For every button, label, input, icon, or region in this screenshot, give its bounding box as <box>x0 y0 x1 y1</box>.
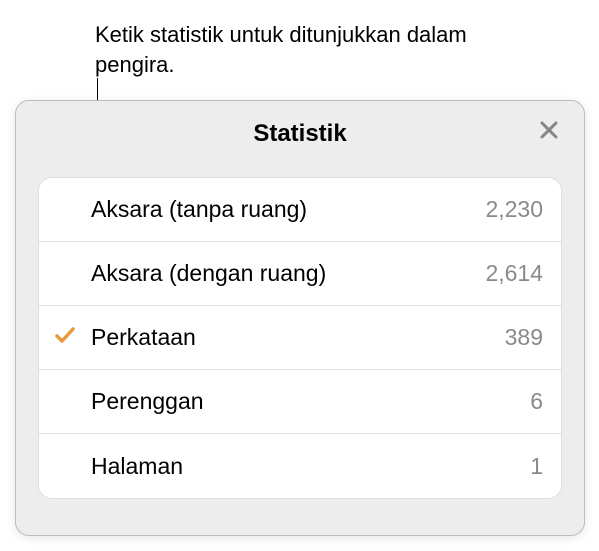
stat-value: 2,614 <box>485 260 543 287</box>
stats-list: Aksara (tanpa ruang) 2,230 Aksara (denga… <box>38 177 562 499</box>
stat-row-words[interactable]: Perkataan 389 <box>39 306 561 370</box>
stat-value: 389 <box>505 324 543 351</box>
stat-label: Aksara (dengan ruang) <box>91 260 485 287</box>
stat-value: 1 <box>530 453 543 480</box>
stat-row-paragraphs[interactable]: Perenggan 6 <box>39 370 561 434</box>
stat-label: Perenggan <box>91 388 530 415</box>
stat-row-chars-with-space[interactable]: Aksara (dengan ruang) 2,614 <box>39 242 561 306</box>
panel-header: Statistik <box>16 101 584 167</box>
stat-row-chars-no-space[interactable]: Aksara (tanpa ruang) 2,230 <box>39 178 561 242</box>
callout-text: Ketik statistik untuk ditunjukkan dalam … <box>95 20 475 79</box>
stat-label: Halaman <box>91 453 530 480</box>
close-icon <box>537 118 561 147</box>
check-column <box>39 323 91 352</box>
stat-label: Perkataan <box>91 324 505 351</box>
stat-value: 6 <box>530 388 543 415</box>
stat-row-pages[interactable]: Halaman 1 <box>39 434 561 498</box>
statistics-panel: Statistik Aksara (tanpa ruang) 2,230 Aks… <box>15 100 585 536</box>
stat-value: 2,230 <box>485 196 543 223</box>
panel-title: Statistik <box>253 120 346 148</box>
close-button[interactable] <box>532 115 566 149</box>
checkmark-icon <box>53 323 77 352</box>
stat-label: Aksara (tanpa ruang) <box>91 196 485 223</box>
